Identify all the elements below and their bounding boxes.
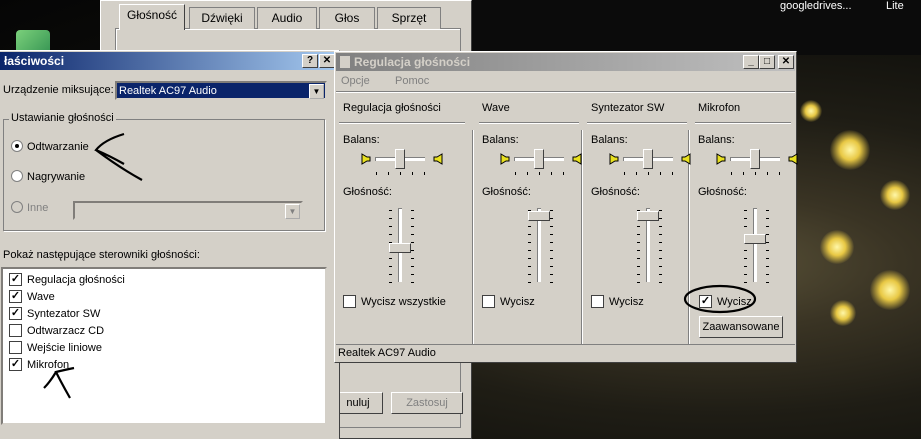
annotation-overlay xyxy=(43,132,757,399)
annotation-circle xyxy=(683,284,757,314)
annotation-arrow xyxy=(43,366,75,399)
annotation-arrow xyxy=(94,132,143,181)
tab-glosnosc[interactable]: Głośność xyxy=(119,4,185,30)
